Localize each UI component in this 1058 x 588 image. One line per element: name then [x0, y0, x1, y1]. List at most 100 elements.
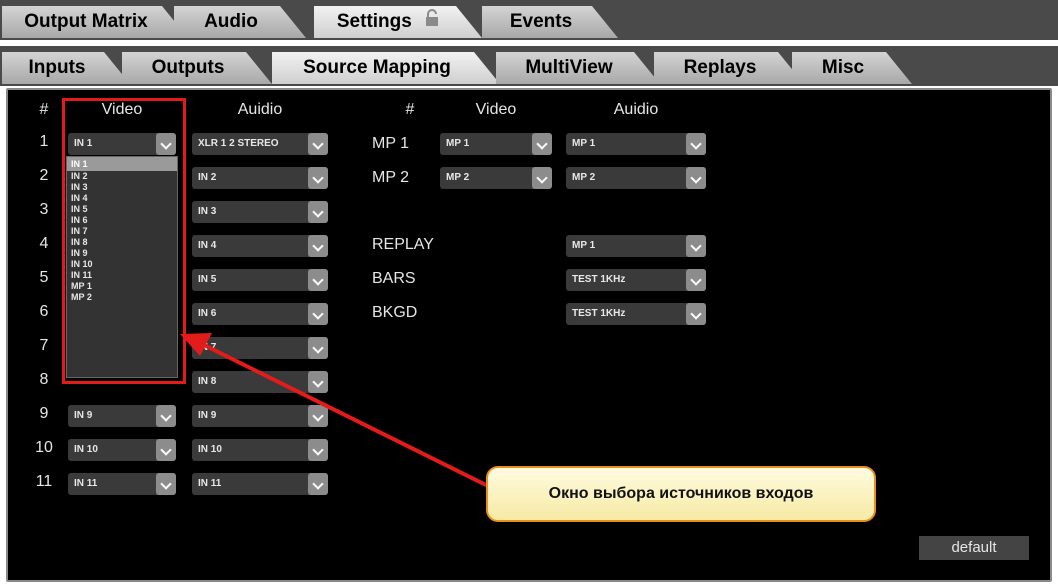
lock-icon: [423, 6, 441, 38]
mp-row-label: BARS: [372, 270, 416, 287]
chevron-down-icon: [308, 303, 328, 325]
row-number: 2: [39, 167, 49, 184]
tab-label: Outputs: [151, 57, 225, 78]
row-number: 3: [39, 201, 49, 218]
subtab-outputs[interactable]: Outputs: [122, 52, 272, 84]
tab-settings[interactable]: Settings: [314, 6, 482, 38]
select-value: MP 1: [446, 138, 470, 149]
select-value: MP 2: [572, 172, 596, 183]
tab-output-matrix[interactable]: Output Matrix: [2, 6, 188, 38]
chevron-down-icon: [308, 235, 328, 257]
chevron-down-icon: [686, 235, 706, 257]
main-tab-bar: Output Matrix Audio Settings Events: [0, 0, 1058, 40]
tab-label: MultiView: [525, 57, 613, 78]
mp-video-select-2[interactable]: MP 2: [440, 167, 552, 189]
subtab-replays[interactable]: Replays: [654, 52, 804, 84]
tab-label: Inputs: [28, 57, 86, 78]
row-number: 7: [39, 337, 49, 354]
audio-select-11[interactable]: IN 11: [192, 473, 328, 495]
chevron-down-icon: [532, 167, 552, 189]
row-number: 1: [39, 133, 49, 150]
replay-audio-select[interactable]: MP 1: [566, 235, 706, 257]
mp-row-label: REPLAY: [372, 236, 434, 253]
chevron-down-icon: [308, 269, 328, 291]
chevron-down-icon: [308, 337, 328, 359]
chevron-down-icon: [686, 303, 706, 325]
annotation-callout: Окно выбора источников входов: [486, 466, 876, 522]
chevron-down-icon: [308, 201, 328, 223]
video-select-10[interactable]: IN 10: [68, 439, 176, 461]
select-value: XLR 1 2 STEREO: [198, 138, 279, 149]
tab-label: Audio: [204, 11, 258, 32]
bars-audio-select[interactable]: TEST 1KHz: [566, 269, 706, 291]
chevron-down-icon: [686, 167, 706, 189]
subtab-multiview[interactable]: MultiView: [496, 52, 660, 84]
audio-select-7[interactable]: IN 7: [192, 337, 328, 359]
audio-select-6[interactable]: IN 6: [192, 303, 328, 325]
header-audio: Auidio: [237, 101, 283, 118]
video-select-9[interactable]: IN 9: [68, 405, 176, 427]
select-value: IN 4: [198, 240, 217, 251]
chevron-down-icon: [686, 133, 706, 155]
tab-label: Replays: [683, 57, 757, 78]
audio-select-1[interactable]: XLR 1 2 STEREO: [192, 133, 328, 155]
mp-row-label: MP 1: [372, 135, 410, 152]
row-number: 8: [39, 371, 49, 388]
audio-select-3[interactable]: IN 3: [192, 201, 328, 223]
select-value: IN 3: [198, 206, 217, 217]
select-value: IN 6: [198, 308, 217, 319]
select-value: IN 8: [198, 376, 217, 387]
chevron-down-icon: [532, 133, 552, 155]
header-audio-2: Auidio: [613, 101, 659, 118]
chevron-down-icon: [156, 405, 176, 427]
mp-video-select-1[interactable]: MP 1: [440, 133, 552, 155]
select-value: IN 10: [198, 444, 222, 455]
select-value: IN 9: [198, 410, 217, 421]
select-value: IN 9: [74, 410, 93, 421]
audio-select-10[interactable]: IN 10: [192, 439, 328, 461]
mp-audio-select-1[interactable]: MP 1: [566, 133, 706, 155]
audio-select-5[interactable]: IN 5: [192, 269, 328, 291]
select-value: TEST 1KHz: [572, 274, 626, 285]
audio-select-8[interactable]: IN 8: [192, 371, 328, 393]
tab-label: Settings: [336, 11, 412, 33]
chevron-down-icon: [308, 405, 328, 427]
select-value: MP 2: [446, 172, 470, 183]
select-value: MP 1: [572, 240, 596, 251]
row-number: 9: [39, 405, 49, 422]
audio-select-4[interactable]: IN 4: [192, 235, 328, 257]
tab-label: Output Matrix: [24, 11, 148, 32]
select-value: IN 11: [74, 478, 98, 489]
tab-label: Misc: [821, 57, 865, 78]
default-button[interactable]: default: [919, 536, 1029, 560]
subtab-source-mapping[interactable]: Source Mapping: [272, 52, 500, 84]
mp-row-label: MP 2: [372, 169, 410, 186]
video-select-11[interactable]: IN 11: [68, 473, 176, 495]
select-value: IN 11: [198, 478, 222, 489]
row-number: 4: [39, 235, 49, 252]
sub-tab-bar: Inputs Outputs Source Mapping MultiView …: [0, 46, 1058, 86]
audio-select-2[interactable]: IN 2: [192, 167, 328, 189]
row-number: 5: [39, 269, 49, 286]
select-value: IN 7: [198, 342, 217, 353]
row-number: 6: [39, 303, 49, 320]
header-num: #: [39, 101, 49, 118]
chevron-down-icon: [156, 439, 176, 461]
row-number: 11: [35, 473, 53, 490]
tab-label: Events: [509, 11, 573, 32]
chevron-down-icon: [156, 473, 176, 495]
tab-audio[interactable]: Audio: [174, 6, 306, 38]
chevron-down-icon: [308, 439, 328, 461]
audio-select-9[interactable]: IN 9: [192, 405, 328, 427]
row-number: 10: [35, 439, 53, 456]
bkgd-audio-select[interactable]: TEST 1KHz: [566, 303, 706, 325]
header-video-2: Video: [475, 101, 517, 118]
select-value: IN 5: [198, 274, 217, 285]
select-value: IN 10: [74, 444, 98, 455]
chevron-down-icon: [308, 133, 328, 155]
mp-audio-select-2[interactable]: MP 2: [566, 167, 706, 189]
subtab-misc[interactable]: Misc: [792, 52, 912, 84]
subtab-inputs[interactable]: Inputs: [2, 52, 130, 84]
chevron-down-icon: [308, 473, 328, 495]
tab-events[interactable]: Events: [482, 6, 618, 38]
